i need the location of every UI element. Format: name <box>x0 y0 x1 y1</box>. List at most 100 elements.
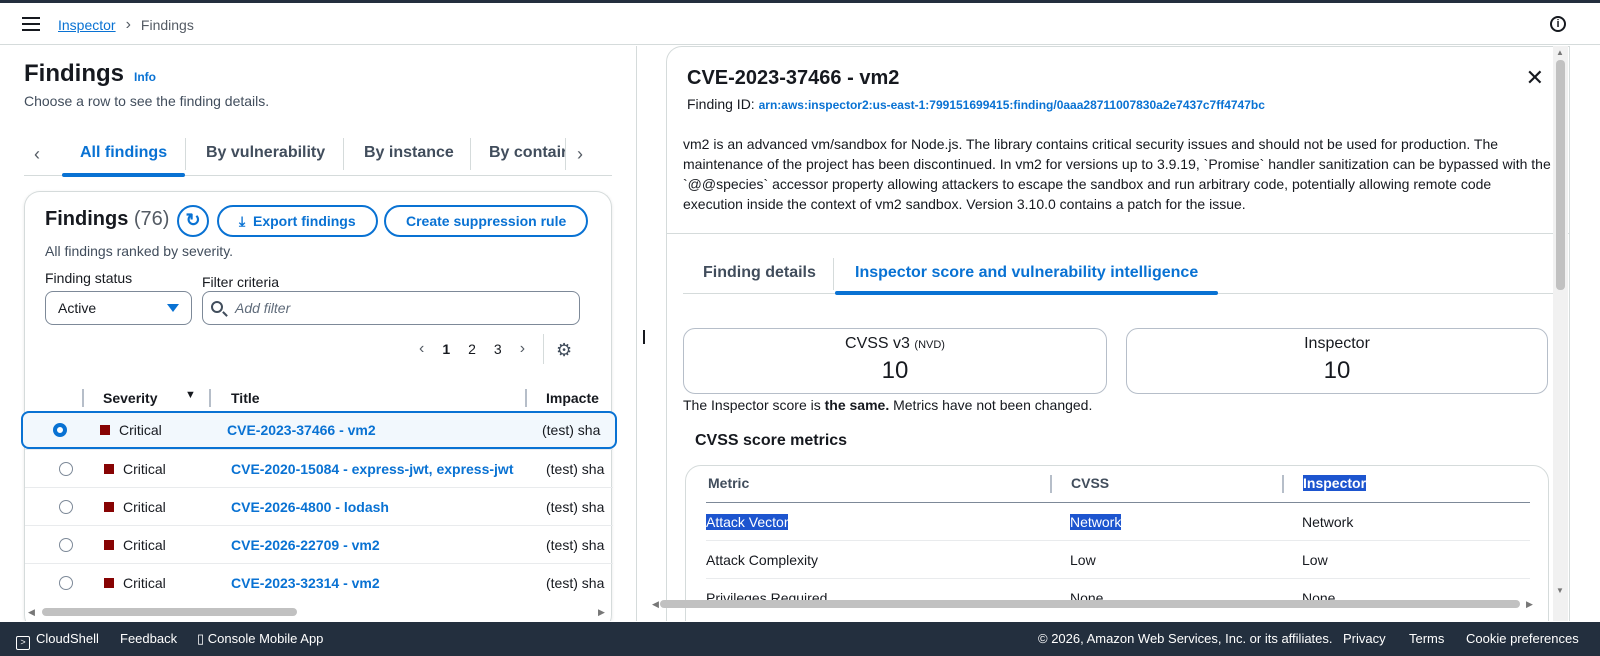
scroll-up-icon[interactable]: ▲ <box>1556 48 1564 57</box>
scroll-right-icon[interactable]: ▶ <box>598 607 605 618</box>
table-row[interactable]: Critical CVE-2026-22709 - vm2 (test) sha <box>25 525 613 563</box>
metric-name: Attack Complexity <box>706 552 819 568</box>
terms-link[interactable]: Terms <box>1409 631 1444 646</box>
create-suppression-rule-button[interactable]: Create suppression rule <box>384 205 589 237</box>
row-radio[interactable] <box>59 576 73 590</box>
cloudshell-label: CloudShell <box>36 631 99 646</box>
row-title-link[interactable]: CVE-2026-4800 - lodash <box>231 499 389 515</box>
tab-divider <box>343 138 344 170</box>
critical-severity-icon <box>104 540 114 550</box>
search-icon <box>211 301 223 313</box>
column-impacted[interactable]: Impacte <box>546 390 599 406</box>
export-findings-label: Export findings <box>252 213 356 229</box>
findings-card-title: Findings (76) <box>45 208 169 231</box>
finding-status-value: Active <box>58 300 97 316</box>
column-title[interactable]: Title <box>231 390 260 406</box>
findings-pane: Findings Info Choose a row to see the fi… <box>0 46 636 621</box>
scroll-right-icon[interactable]: ▶ <box>1526 599 1533 610</box>
tab-by-container[interactable]: By contair <box>471 130 565 176</box>
pager-divider <box>543 334 544 364</box>
table-row[interactable]: Critical CVE-2020-15084 - express-jwt, e… <box>25 449 613 487</box>
findings-tabs: ‹ All findings By vulnerability By insta… <box>24 130 612 177</box>
info-icon[interactable]: i <box>1550 16 1566 32</box>
chevron-left-icon[interactable]: ‹ <box>34 144 40 165</box>
sort-down-icon[interactable]: ▼ <box>185 389 196 401</box>
tab-all-findings[interactable]: All findings <box>62 130 186 177</box>
close-icon[interactable]: ✕ <box>1526 65 1544 91</box>
tab-by-instance[interactable]: By instance <box>346 130 472 176</box>
row-title-link[interactable]: CVE-2020-15084 - express-jwt, express-jw… <box>231 461 513 477</box>
inspector-label: Inspector <box>1304 335 1370 352</box>
metric-inspector: Network <box>1302 514 1354 530</box>
row-impacted: (test) sha <box>546 499 605 515</box>
gear-icon[interactable]: ⚙ <box>556 340 572 361</box>
export-findings-button[interactable]: ⤓ Export findings <box>217 205 378 237</box>
finding-detail-pane: CVE-2023-37466 - vm2 ✕ Finding ID: arn:a… <box>652 46 1570 621</box>
menu-icon[interactable] <box>22 17 40 31</box>
table-row: Attack Complexity Low Low <box>706 540 1530 578</box>
refresh-icon: ↻ <box>185 210 201 230</box>
cvss-score-box: CVSS v3 (NVD) 10 <box>683 328 1107 394</box>
resize-handle[interactable] <box>643 330 645 344</box>
finding-status-select[interactable]: Active <box>45 291 192 325</box>
row-title-link[interactable]: CVE-2026-22709 - vm2 <box>231 537 380 553</box>
page-3[interactable]: 3 <box>494 341 502 357</box>
table-row[interactable]: Critical CVE-2023-32314 - vm2 (test) sha <box>25 563 613 601</box>
terminal-icon: > <box>16 636 30 650</box>
pane-divider[interactable] <box>636 46 637 621</box>
chevron-right-icon[interactable]: › <box>520 340 525 358</box>
row-radio[interactable] <box>59 500 73 514</box>
feedback-link[interactable]: Feedback <box>120 631 177 646</box>
column-severity[interactable]: Severity <box>103 390 157 406</box>
tab-by-vulnerability[interactable]: By vulnerability <box>188 130 343 176</box>
cloudshell-link[interactable]: > CloudShell <box>16 631 99 650</box>
critical-severity-icon <box>104 578 114 588</box>
scroll-left-icon[interactable]: ◀ <box>652 599 659 610</box>
finding-id-label: Finding ID: <box>687 96 755 112</box>
vertical-scrollbar[interactable]: ▲ ▼ <box>1553 46 1568 621</box>
mobile-label: Console Mobile App <box>207 631 324 646</box>
card-title-text: Findings <box>45 208 129 230</box>
row-radio[interactable] <box>59 538 73 552</box>
row-severity: Critical <box>123 499 166 515</box>
cookie-preferences-link[interactable]: Cookie preferences <box>1466 631 1579 646</box>
row-title-link[interactable]: CVE-2023-32314 - vm2 <box>231 575 380 591</box>
row-radio[interactable] <box>53 423 67 437</box>
console-mobile-app-link[interactable]: ▯ Console Mobile App <box>197 631 323 647</box>
score-note: The Inspector score is the same. Metrics… <box>683 397 1092 413</box>
info-link[interactable]: Info <box>134 70 156 84</box>
row-radio[interactable] <box>59 462 73 476</box>
horizontal-scrollbar[interactable] <box>42 608 297 616</box>
row-impacted: (test) sha <box>542 422 601 438</box>
finding-description: vm2 is an advanced vm/sandbox for Node.j… <box>683 136 1551 212</box>
privacy-link[interactable]: Privacy <box>1343 631 1386 646</box>
horizontal-scrollbar[interactable] <box>660 600 1520 608</box>
findings-count: (76) <box>133 208 170 230</box>
column-divider <box>525 389 527 407</box>
page-subtitle: Choose a row to see the finding details. <box>24 93 270 109</box>
score-note-pre: The Inspector score is <box>683 397 825 413</box>
row-severity: Critical <box>119 422 162 438</box>
tab-finding-details[interactable]: Finding details <box>683 252 836 294</box>
top-bar: Inspector › Findings i <box>0 3 1600 45</box>
table-row[interactable]: Critical CVE-2023-37466 - vm2 (test) sha <box>21 411 617 449</box>
scroll-left-icon[interactable]: ◀ <box>28 607 35 618</box>
metric-cvss: Network <box>1070 514 1122 530</box>
breadcrumb-inspector-link[interactable]: Inspector <box>58 17 116 33</box>
chevron-right-icon[interactable]: › <box>577 144 583 165</box>
table-row[interactable]: Critical CVE-2026-4800 - lodash (test) s… <box>25 487 613 525</box>
tab-divider <box>185 138 186 170</box>
scroll-down-icon[interactable]: ▼ <box>1556 586 1564 595</box>
row-impacted: (test) sha <box>546 537 605 553</box>
page-2[interactable]: 2 <box>468 341 476 357</box>
tab-inspector-score[interactable]: Inspector score and vulnerability intell… <box>835 252 1219 295</box>
row-title-link[interactable]: CVE-2023-37466 - vm2 <box>227 422 376 438</box>
filter-input[interactable]: Add filter <box>202 291 580 325</box>
cvss-score: 10 <box>881 357 909 384</box>
refresh-button[interactable]: ↻ <box>177 205 209 237</box>
finding-id-arn[interactable]: arn:aws:inspector2:us-east-1:79915169941… <box>759 98 1265 112</box>
chevron-left-icon[interactable]: ‹ <box>419 340 424 358</box>
page-1[interactable]: 1 <box>442 341 450 357</box>
scrollbar-thumb[interactable] <box>1556 60 1565 290</box>
metrics-title: CVSS score metrics <box>695 432 848 449</box>
